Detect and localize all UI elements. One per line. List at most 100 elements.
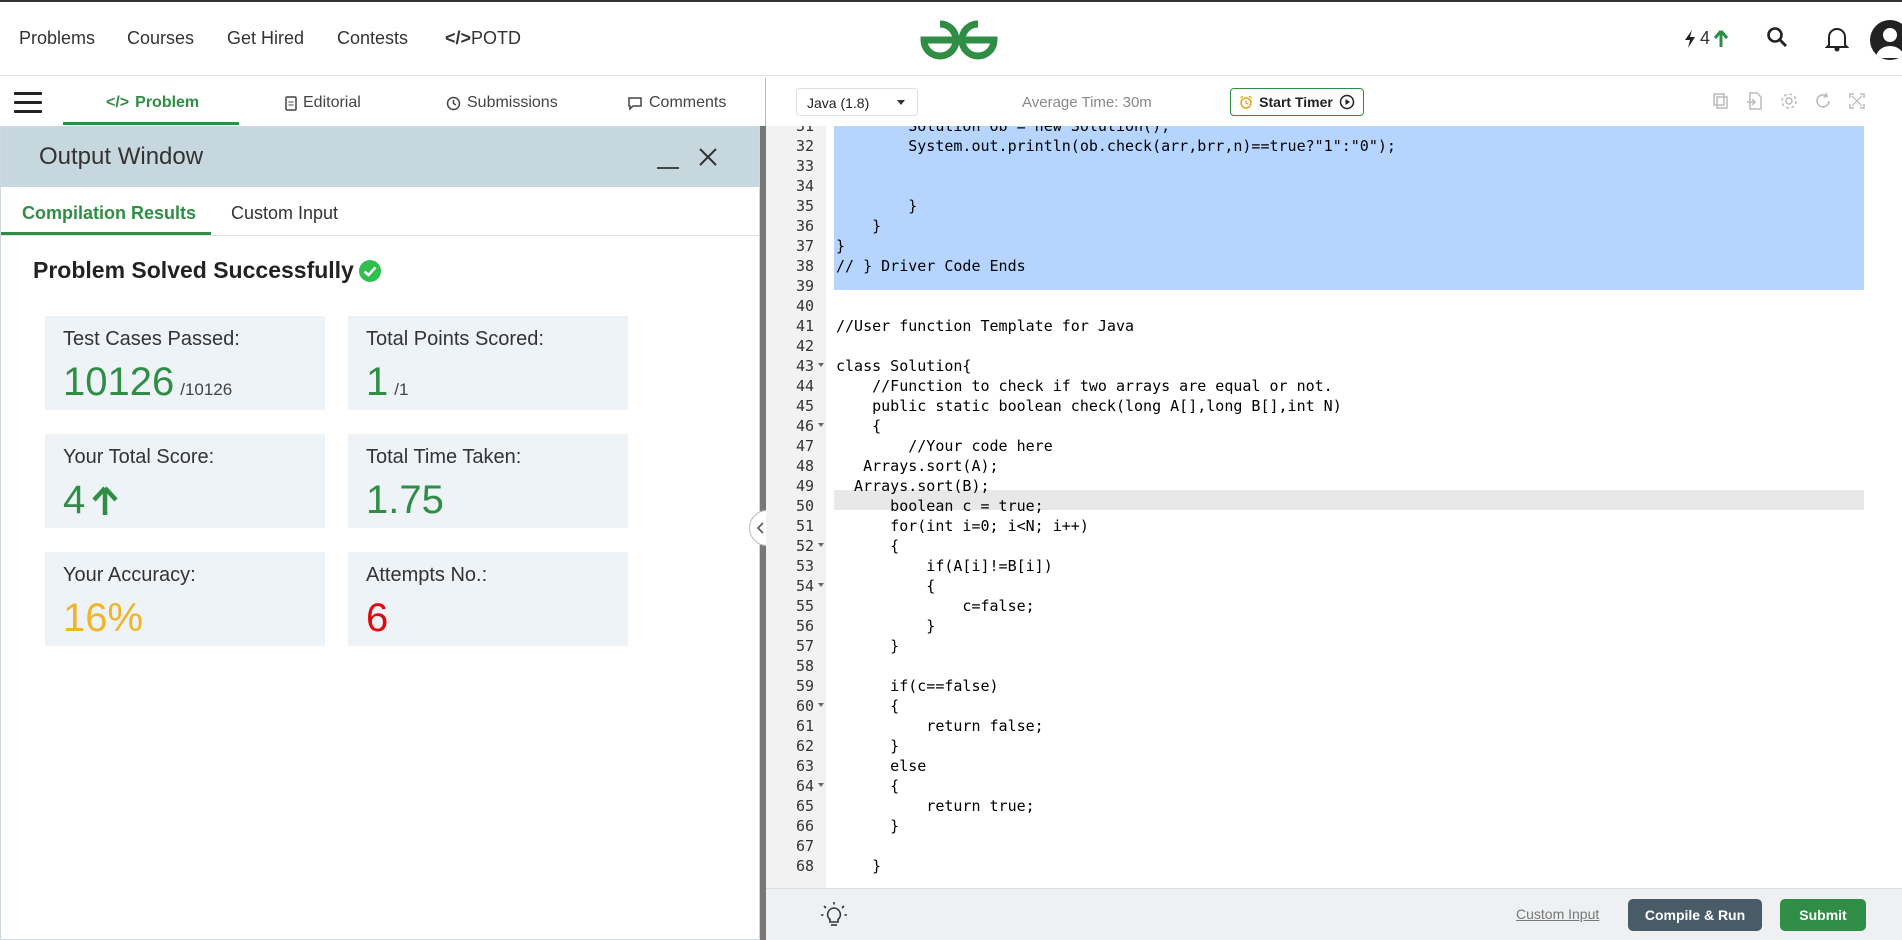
start-timer-button[interactable]: Start Timer xyxy=(1230,88,1364,116)
custom-input-link[interactable]: Custom Input xyxy=(1516,906,1599,922)
result-status: Problem Solved Successfully xyxy=(33,257,382,284)
code-line: 31 Solution ob = new Solution(); xyxy=(766,126,1902,136)
code-line: 39 xyxy=(766,276,1902,296)
tab-comments[interactable]: Comments xyxy=(627,94,726,112)
code-text: //Function to check if two arrays are eq… xyxy=(836,377,1333,395)
fullscreen-icon[interactable] xyxy=(1848,92,1866,110)
code-icon: </> xyxy=(106,94,130,111)
fold-arrow-icon[interactable] xyxy=(818,423,824,427)
line-number: 49 xyxy=(795,477,814,495)
problem-tabs: </> Problem Editorial Submissions Commen… xyxy=(0,78,765,127)
nav-courses[interactable]: Courses xyxy=(127,28,194,49)
tab-editorial[interactable]: Editorial xyxy=(285,94,361,112)
code-text: return false; xyxy=(836,717,1044,735)
test-cases-value: 10126/10126 xyxy=(63,360,232,405)
active-output-tab-underline xyxy=(1,232,211,235)
line-number: 43 xyxy=(795,357,814,375)
line-number: 57 xyxy=(795,637,814,655)
code-line: 51 for(int i=0; i<N; i++) xyxy=(766,516,1902,536)
tab-comments-label: Comments xyxy=(649,94,727,111)
line-number: 56 xyxy=(795,617,814,635)
submit-button[interactable]: Submit xyxy=(1780,899,1866,931)
reset-icon[interactable] xyxy=(1814,92,1832,110)
code-line: 57 } xyxy=(766,636,1902,656)
nav-contests[interactable]: Contests xyxy=(337,28,408,49)
code-text: Arrays.sort(B); xyxy=(836,477,990,495)
fold-arrow-icon[interactable] xyxy=(818,583,824,587)
gfg-logo[interactable] xyxy=(916,16,1002,64)
close-icon[interactable] xyxy=(698,147,718,167)
nav-get-hired[interactable]: Get Hired xyxy=(227,28,304,49)
test-cases-passed: 10126 xyxy=(63,360,175,404)
tab-custom-input[interactable]: Custom Input xyxy=(231,203,338,224)
line-number: 54 xyxy=(795,577,814,595)
points-card: Total Points Scored: 1/1 xyxy=(348,316,628,410)
code-text: } xyxy=(836,737,900,755)
code-text: { xyxy=(836,537,900,555)
code-line: 50 boolean c = true; xyxy=(766,496,1902,516)
nav-problems[interactable]: Problems xyxy=(19,28,95,49)
code-text: } xyxy=(836,637,900,655)
line-number: 68 xyxy=(795,857,814,875)
accuracy-card: Your Accuracy: 16% xyxy=(45,552,325,646)
code-line: 67 xyxy=(766,836,1902,856)
code-text: if(A[i]!=B[i]) xyxy=(836,557,1053,575)
fold-arrow-icon[interactable] xyxy=(818,543,824,547)
line-number: 40 xyxy=(795,297,814,315)
search-icon[interactable] xyxy=(1766,26,1788,48)
fold-arrow-icon[interactable] xyxy=(818,703,824,707)
arrow-up-icon xyxy=(92,485,118,515)
tab-compilation-results[interactable]: Compilation Results xyxy=(22,203,196,224)
document-icon xyxy=(285,95,297,111)
test-cases-total: /10126 xyxy=(180,379,233,399)
line-number: 31 xyxy=(795,126,814,135)
tab-submissions[interactable]: Submissions xyxy=(446,94,558,112)
code-line: 47 //Your code here xyxy=(766,436,1902,456)
fold-arrow-icon[interactable] xyxy=(818,363,824,367)
time-taken-card: Total Time Taken: 1.75 xyxy=(348,434,628,528)
gear-icon[interactable] xyxy=(1780,92,1798,110)
code-text: { xyxy=(836,777,900,795)
line-number: 46 xyxy=(795,417,814,435)
line-number: 42 xyxy=(795,337,814,355)
nav-potd[interactable]: </>POTD xyxy=(445,28,521,49)
import-file-icon[interactable] xyxy=(1746,92,1764,110)
minimize-icon[interactable] xyxy=(657,167,679,169)
menu-icon[interactable] xyxy=(14,92,42,114)
code-line: 34 xyxy=(766,176,1902,196)
fold-arrow-icon[interactable] xyxy=(818,783,824,787)
copy-icon[interactable] xyxy=(1712,92,1730,110)
play-circle-icon xyxy=(1339,94,1355,110)
test-cases-card: Test Cases Passed: 10126/10126 xyxy=(45,316,325,410)
code-text: for(int i=0; i<N; i++) xyxy=(836,517,1089,535)
streak-counter[interactable]: 4 xyxy=(1684,28,1729,49)
code-text: } xyxy=(836,197,918,215)
compile-run-button[interactable]: Compile & Run xyxy=(1628,899,1762,931)
output-tabs: Compilation Results Custom Input xyxy=(1,187,759,236)
code-line: 55 c=false; xyxy=(766,596,1902,616)
language-value: Java (1.8) xyxy=(807,95,870,111)
avatar[interactable] xyxy=(1870,20,1902,60)
streak-value: 4 xyxy=(1700,28,1711,48)
comment-icon xyxy=(628,96,642,111)
total-score-label: Your Total Score: xyxy=(63,446,215,468)
top-navbar: Problems Courses Get Hired Contests </>P… xyxy=(0,0,1902,76)
attempts-label: Attempts No.: xyxy=(366,564,488,586)
lightbulb-icon[interactable] xyxy=(820,901,848,929)
language-select[interactable]: Java (1.8) xyxy=(796,88,918,116)
editor-toolbar: Java (1.8) Average Time: 30m Start Timer xyxy=(766,78,1902,127)
average-time: Average Time: 30m xyxy=(1022,94,1152,111)
accuracy-label: Your Accuracy: xyxy=(63,564,196,586)
line-number: 32 xyxy=(795,137,814,155)
code-text: } xyxy=(836,617,936,635)
line-number: 59 xyxy=(795,677,814,695)
bell-icon[interactable] xyxy=(1825,26,1849,52)
line-number: 51 xyxy=(795,517,814,535)
code-text: { xyxy=(836,697,900,715)
code-line: 40 xyxy=(766,296,1902,316)
code-text: System.out.println(ob.check(arr,brr,n)==… xyxy=(836,137,1396,155)
code-editor[interactable]: 31 Solution ob = new Solution(); 32 Syste… xyxy=(766,126,1902,888)
tab-problem[interactable]: </> Problem xyxy=(106,94,199,112)
code-text: //User function Template for Java xyxy=(836,317,1135,335)
code-line: 58 xyxy=(766,656,1902,676)
